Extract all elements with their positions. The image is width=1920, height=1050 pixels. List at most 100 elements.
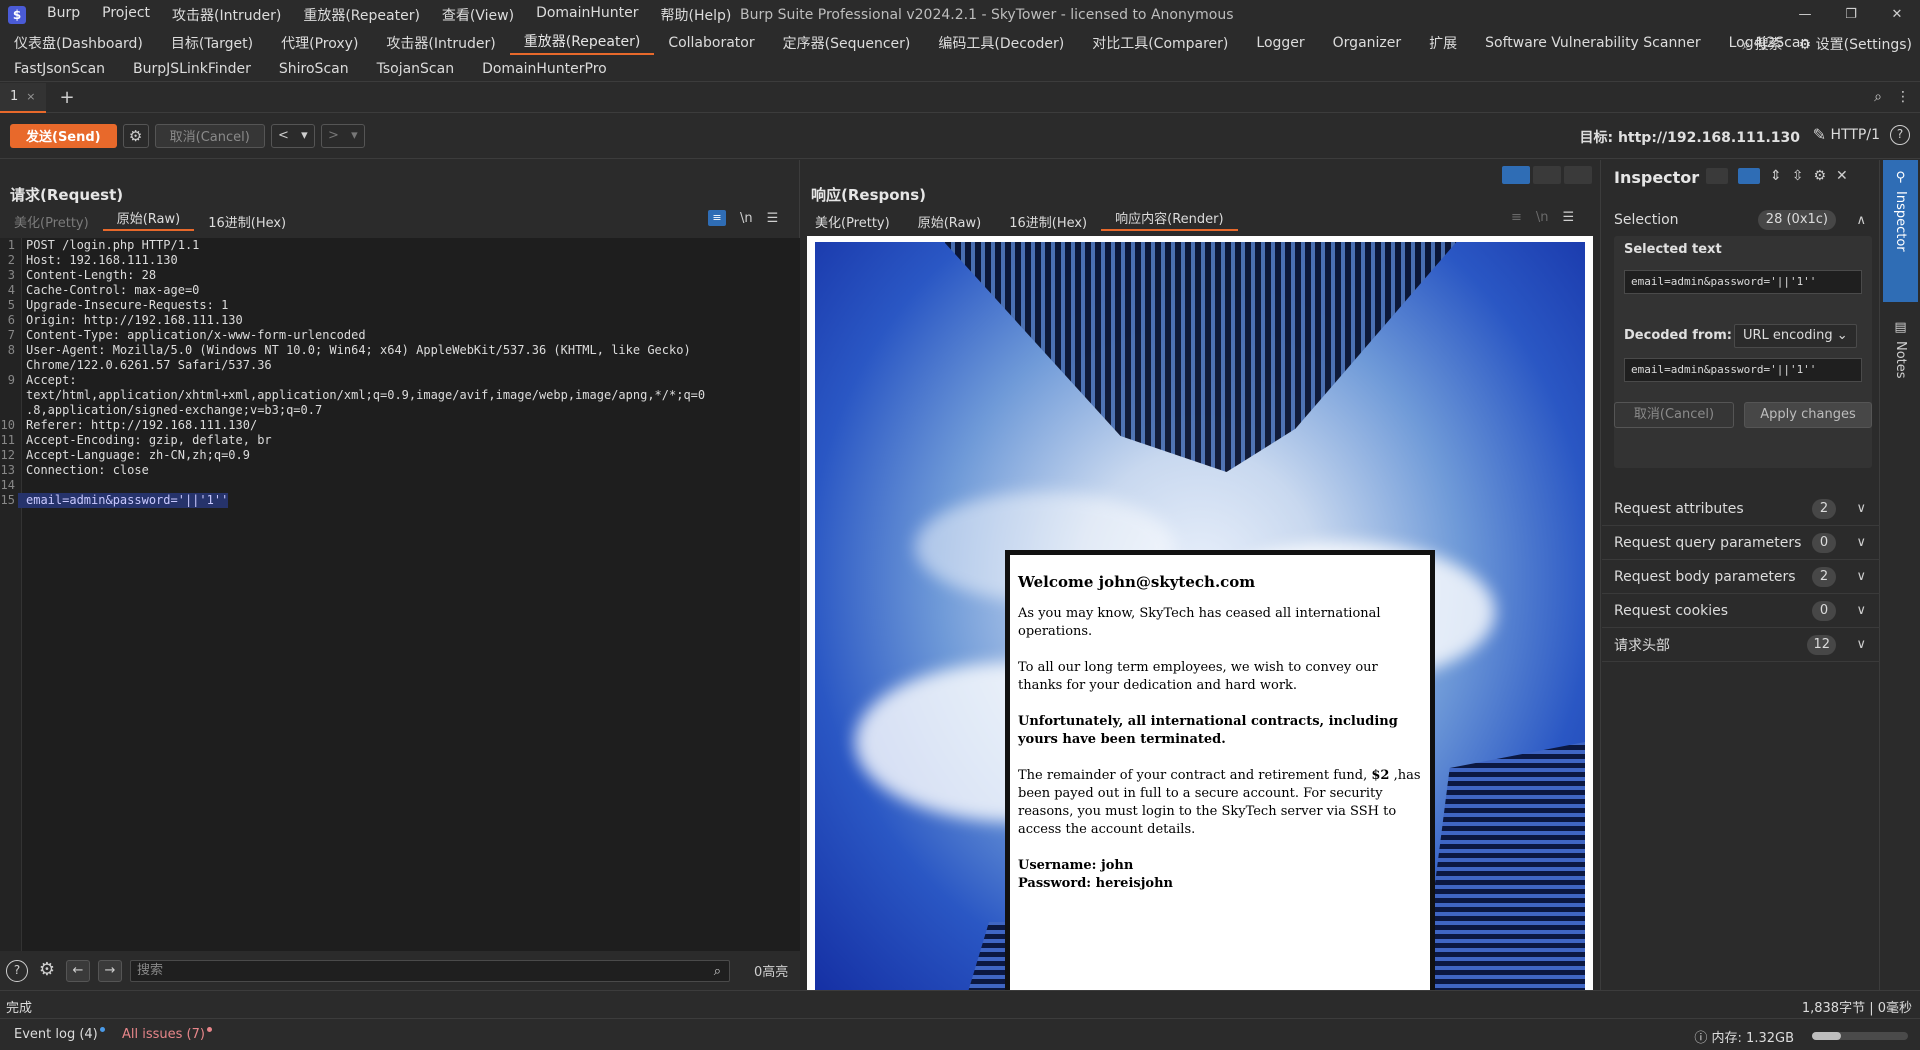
request-editor[interactable]: 1 POST /login.php HTTP/1.1 2 Host: 192.168.… bbox=[0, 238, 800, 951]
layout-tabs-icon[interactable] bbox=[1564, 166, 1592, 184]
newline-toggle[interactable]: \n bbox=[1536, 210, 1549, 225]
menu-burp[interactable]: Burp bbox=[36, 5, 91, 25]
cancel-button[interactable]: 取消(Cancel) bbox=[154, 123, 265, 148]
add-tab-button[interactable]: + bbox=[60, 87, 75, 108]
inspector-layout-left-icon[interactable] bbox=[1706, 168, 1728, 184]
tab-proxy[interactable]: 代理(Proxy) bbox=[267, 33, 372, 53]
close-tab-icon[interactable]: × bbox=[26, 90, 35, 103]
tab-shiroscan[interactable]: ShiroScan bbox=[265, 61, 363, 77]
history-forward-button[interactable]: > ▾ bbox=[320, 123, 365, 148]
search-icon[interactable]: ⌕ bbox=[714, 962, 721, 982]
search-next-arrow-icon[interactable]: → bbox=[98, 959, 122, 982]
menu-domainhunter[interactable]: DomainHunter bbox=[525, 5, 649, 25]
request-line[interactable]: 10 Referer: http://192.168.111.130/ bbox=[0, 418, 800, 433]
chevron-down-icon[interactable]: ∨ bbox=[1856, 637, 1866, 652]
request-tab-raw[interactable]: 原始(Raw) bbox=[102, 211, 195, 231]
word-wrap-icon[interactable]: ≡ bbox=[708, 210, 726, 226]
expand-all-icon[interactable]: ⇕ bbox=[1770, 168, 1782, 184]
all-issues-link[interactable]: All issues (7) bbox=[122, 1027, 212, 1042]
search-prev-arrow-icon[interactable]: ← bbox=[66, 959, 90, 982]
menu-repeater[interactable]: 重放器(Repeater) bbox=[292, 5, 431, 25]
rail-tab-notes[interactable]: ▤ Notes bbox=[1883, 320, 1918, 379]
request-tab-hex[interactable]: 16进制(Hex) bbox=[194, 212, 300, 231]
request-line[interactable]: 3 Content-Length: 28 bbox=[0, 268, 800, 283]
dropdown-caret-icon[interactable]: ▾ bbox=[301, 128, 308, 143]
dropdown-caret-icon[interactable]: ▾ bbox=[351, 128, 358, 143]
tab-search-icon[interactable]: ⌕ bbox=[1874, 89, 1882, 105]
response-tab-raw[interactable]: 原始(Raw) bbox=[904, 212, 996, 231]
repeater-tab-1[interactable]: 1 × bbox=[0, 82, 46, 113]
request-line[interactable]: 12 Accept-Language: zh-CN,zh;q=0.9 bbox=[0, 448, 800, 463]
rail-tab-inspector[interactable]: ⚲ Inspector bbox=[1883, 160, 1918, 302]
menu-icon[interactable]: ☰ bbox=[767, 211, 779, 226]
request-line[interactable]: text/html,application/xhtml+xml,applicat… bbox=[0, 388, 800, 403]
request-line[interactable]: 13 Connection: close bbox=[0, 463, 800, 478]
more-options-icon[interactable]: ⋮ bbox=[1896, 89, 1910, 105]
tab-dashboard[interactable]: 仪表盘(Dashboard) bbox=[0, 33, 157, 53]
selection-section-header[interactable]: Selection 28 (0x1c) ∧ bbox=[1602, 200, 1880, 240]
request-line[interactable]: 7 Content-Type: application/x-www-form-ur… bbox=[0, 328, 800, 343]
send-button[interactable]: 发送(Send) bbox=[10, 123, 117, 148]
chevron-down-icon[interactable]: ∨ bbox=[1856, 569, 1866, 584]
tab-organizer[interactable]: Organizer bbox=[1319, 35, 1415, 51]
request-line[interactable]: .8,application/signed-exchange;v=b3;q=0.… bbox=[0, 403, 800, 418]
response-tab-hex[interactable]: 16进制(Hex) bbox=[995, 212, 1101, 231]
request-line[interactable]: 15 email=admin&password='||'1'' bbox=[0, 493, 800, 508]
event-log-link[interactable]: Event log (4) bbox=[14, 1027, 105, 1042]
request-line[interactable]: 6 Origin: http://192.168.111.130 bbox=[0, 313, 800, 328]
tab-intruder[interactable]: 攻击器(Intruder) bbox=[372, 33, 509, 53]
gear-icon[interactable]: ⚙ bbox=[1813, 168, 1826, 184]
request-search-input[interactable]: 搜索 ⌕ bbox=[130, 959, 730, 982]
help-icon[interactable]: ? bbox=[1890, 125, 1910, 145]
tab-burpjslinkfinder[interactable]: BurpJSLinkFinder bbox=[119, 61, 265, 77]
send-settings-gear-icon[interactable]: ⚙ bbox=[122, 123, 149, 148]
tab-extensions[interactable]: 扩展 bbox=[1415, 33, 1471, 53]
help-icon[interactable]: ? bbox=[6, 959, 28, 982]
inspector-section-header[interactable]: 请求头部 12 ∨ bbox=[1602, 628, 1880, 662]
minimize-icon[interactable]: — bbox=[1782, 0, 1828, 30]
decoded-text-field[interactable]: email=admin&password='||'1'' bbox=[1624, 358, 1862, 382]
collapse-all-icon[interactable]: ⇳ bbox=[1792, 168, 1804, 184]
menu-icon[interactable]: ☰ bbox=[1563, 210, 1575, 225]
tab-vuln-scanner[interactable]: Software Vulnerability Scanner bbox=[1471, 35, 1714, 51]
request-line[interactable]: 1 POST /login.php HTTP/1.1 bbox=[0, 238, 800, 253]
decoded-from-select[interactable]: URL encoding ⌄ bbox=[1734, 324, 1857, 348]
tab-sequencer[interactable]: 定序器(Sequencer) bbox=[769, 33, 925, 53]
chevron-down-icon[interactable]: ∨ bbox=[1856, 501, 1866, 516]
request-line[interactable]: 4 Cache-Control: max-age=0 bbox=[0, 283, 800, 298]
tab-target[interactable]: 目标(Target) bbox=[157, 33, 267, 53]
request-line[interactable]: 9 Accept: bbox=[0, 373, 800, 388]
inspector-section-header[interactable]: Request cookies 0 ∨ bbox=[1602, 594, 1880, 628]
menu-view[interactable]: 查看(View) bbox=[431, 5, 525, 25]
request-line[interactable]: 14 bbox=[0, 478, 800, 493]
response-tab-render[interactable]: 响应内容(Render) bbox=[1101, 211, 1238, 231]
request-line[interactable]: 5 Upgrade-Insecure-Requests: 1 bbox=[0, 298, 800, 313]
inspector-section-header[interactable]: Request attributes 2 ∨ bbox=[1602, 492, 1880, 526]
close-icon[interactable]: ✕ bbox=[1874, 0, 1920, 30]
restore-icon[interactable]: ❐ bbox=[1828, 0, 1874, 30]
close-icon[interactable]: ✕ bbox=[1836, 168, 1848, 184]
tab-decoder[interactable]: 编码工具(Decoder) bbox=[924, 33, 1078, 53]
inspector-section-header[interactable]: Request query parameters 0 ∨ bbox=[1602, 526, 1880, 560]
response-tab-pretty[interactable]: 美化(Pretty) bbox=[801, 212, 904, 231]
tab-fastjsonscan[interactable]: FastJsonScan bbox=[0, 61, 119, 77]
request-line[interactable]: Chrome/122.0.6261.57 Safari/537.36 bbox=[0, 358, 800, 373]
apply-changes-button[interactable]: Apply changes bbox=[1744, 402, 1872, 428]
edit-target-pencil-icon[interactable]: ✎ bbox=[1813, 125, 1826, 144]
http-version-toggle[interactable]: HTTP/1 bbox=[1831, 127, 1880, 143]
tab-domainhunterpro[interactable]: DomainHunterPro bbox=[468, 61, 621, 77]
history-back-button[interactable]: < ▾ bbox=[270, 123, 315, 148]
selected-text-field[interactable]: email=admin&password='||'1'' bbox=[1624, 270, 1862, 294]
request-line[interactable]: 2 Host: 192.168.111.130 bbox=[0, 253, 800, 268]
chevron-up-icon[interactable]: ∧ bbox=[1856, 213, 1866, 228]
layout-stacked-icon[interactable] bbox=[1533, 166, 1561, 184]
tab-comparer[interactable]: 对比工具(Comparer) bbox=[1078, 33, 1242, 53]
chevron-down-icon[interactable]: ∨ bbox=[1856, 603, 1866, 618]
request-line[interactable]: 8 User-Agent: Mozilla/5.0 (Windows NT 10.… bbox=[0, 343, 800, 358]
request-tab-pretty[interactable]: 美化(Pretty) bbox=[0, 212, 103, 231]
layout-side-by-side-icon[interactable] bbox=[1502, 166, 1530, 184]
inspector-cancel-button[interactable]: 取消(Cancel) bbox=[1614, 402, 1734, 428]
inspector-section-header[interactable]: Request body parameters 2 ∨ bbox=[1602, 560, 1880, 594]
inspector-layout-right-icon[interactable] bbox=[1738, 168, 1760, 184]
settings-button[interactable]: ⚙ 设置(Settings) bbox=[1799, 34, 1912, 54]
